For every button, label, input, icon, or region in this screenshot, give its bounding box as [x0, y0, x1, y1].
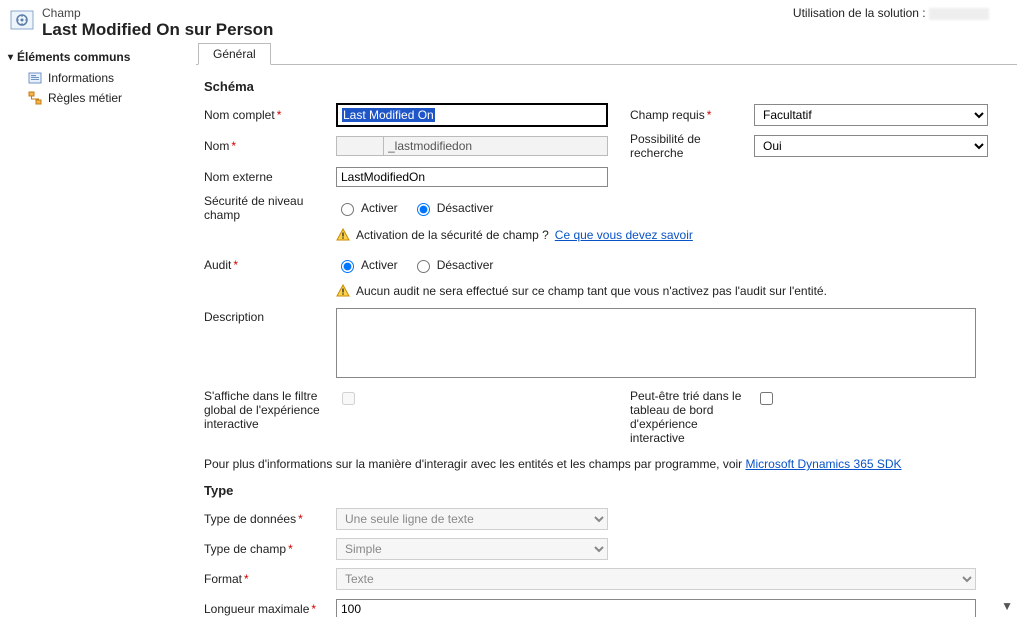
format-select: Texte	[336, 568, 976, 590]
data-type-select: Une seule ligne de texte	[336, 508, 608, 530]
format-label: Format	[204, 572, 242, 586]
sidebar-root[interactable]: ▾ Éléments communs	[6, 48, 196, 68]
external-name-label: Nom externe	[204, 170, 273, 184]
description-textarea[interactable]	[336, 308, 976, 378]
info-icon	[28, 71, 42, 85]
form-scroll[interactable]: Schéma Nom complet* Last Modified On Cha…	[196, 65, 1017, 617]
field-type-label: Type de champ	[204, 542, 286, 556]
section-schema: Schéma	[204, 79, 997, 94]
warning-icon	[336, 228, 350, 242]
field-icon	[8, 6, 36, 34]
audit-label: Audit	[204, 258, 231, 272]
header-type: Champ	[42, 6, 793, 20]
sidebar-item-label: Informations	[48, 71, 114, 85]
display-name-label: Nom complet	[204, 108, 275, 122]
external-name-input[interactable]	[336, 167, 608, 187]
security-disable[interactable]: Désactiver	[412, 200, 494, 216]
field-type-select: Simple	[336, 538, 608, 560]
data-type-label: Type de données	[204, 512, 296, 526]
sortable-label: Peut-être trié dans le tableau de bord d…	[630, 389, 741, 445]
sidebar-item-label: Règles métier	[48, 91, 122, 105]
description-label: Description	[204, 310, 264, 324]
sidebar-item-business-rules[interactable]: Règles métier	[6, 88, 196, 108]
sortable-checkbox[interactable]	[760, 392, 773, 405]
security-label: Sécurité de niveau champ	[204, 194, 303, 222]
scroll-down-icon[interactable]: ▼	[1001, 599, 1013, 613]
security-warning-link[interactable]: Ce que vous devez savoir	[555, 228, 693, 242]
searchable-select[interactable]: Oui	[754, 135, 988, 157]
audit-disable[interactable]: Désactiver	[412, 257, 494, 273]
sdk-note: Pour plus d'informations sur la manière …	[204, 457, 997, 471]
section-type: Type	[204, 483, 997, 498]
security-warning: Activation de la sécurité de champ ? Ce …	[336, 228, 997, 242]
chevron-down-icon: ▾	[8, 52, 13, 63]
name-prefix-input	[336, 136, 384, 156]
global-filter-label: S'affiche dans le filtre global de l'exp…	[204, 389, 320, 431]
name-label: Nom	[204, 139, 229, 153]
solution-usage: Utilisation de la solution :	[793, 6, 1009, 20]
page-title: Last Modified On sur Person	[42, 20, 793, 40]
flow-icon	[28, 91, 42, 105]
sdk-link[interactable]: Microsoft Dynamics 365 SDK	[746, 457, 902, 471]
security-enable[interactable]: Activer	[336, 200, 398, 216]
warning-icon	[336, 284, 350, 298]
name-input	[383, 136, 608, 156]
max-length-label: Longueur maximale	[204, 602, 309, 616]
display-name-input[interactable]: Last Modified On	[336, 103, 608, 127]
sidebar: ▾ Éléments communs Informations Règles m…	[0, 40, 196, 617]
audit-warning: Aucun audit ne sera effectué sur ce cham…	[336, 284, 997, 298]
sidebar-item-informations[interactable]: Informations	[6, 68, 196, 88]
requirement-select[interactable]: Facultatif	[754, 104, 988, 126]
max-length-input[interactable]	[336, 599, 976, 617]
tab-general[interactable]: Général	[198, 43, 271, 65]
audit-enable[interactable]: Activer	[336, 257, 398, 273]
tab-bar: Général	[196, 40, 1017, 65]
searchable-label: Possibilité de recherche	[630, 132, 701, 160]
global-filter-checkbox	[342, 392, 355, 405]
requirement-label: Champ requis	[630, 108, 705, 122]
